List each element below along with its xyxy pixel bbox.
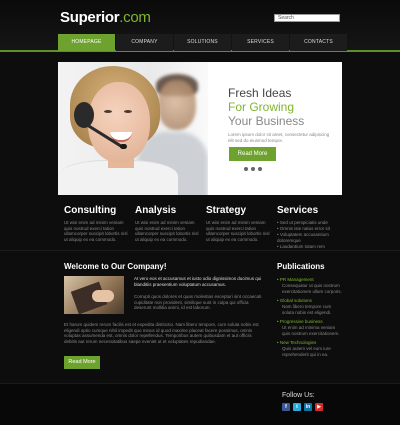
page: Superior.com Search HOMEPAGE COMPANY SOL… bbox=[0, 0, 400, 425]
facebook-icon[interactable]: f bbox=[282, 403, 290, 411]
service-services: Services Sed ut perspiciatis unde Omnis … bbox=[277, 205, 342, 250]
publication-item: Global solutions Nam libero tempore cum … bbox=[277, 298, 343, 315]
publication-text: Nam libero tempore cum soluta nobis est … bbox=[282, 304, 332, 315]
services-row: Consulting Ut wisi enim ad minim veniam … bbox=[64, 205, 344, 249]
logo[interactable]: Superior.com bbox=[60, 9, 151, 26]
service-text: Ut wisi enim ad minim veniam quis nostru… bbox=[64, 220, 128, 242]
publication-text: Quis autem vel eum iure reprehenderit qu… bbox=[282, 346, 331, 357]
divider bbox=[0, 250, 400, 251]
welcome-read-more-button[interactable]: Read More bbox=[64, 356, 100, 369]
logo-suffix: .com bbox=[119, 9, 151, 26]
slider-dot[interactable] bbox=[244, 167, 248, 171]
service-consulting: Consulting Ut wisi enim ad minim veniam … bbox=[64, 205, 129, 242]
youtube-icon[interactable]: ▶ bbox=[315, 403, 323, 411]
service-title[interactable]: Services bbox=[277, 205, 342, 216]
service-title[interactable]: Strategy bbox=[206, 205, 271, 216]
twitter-icon[interactable]: t bbox=[293, 403, 301, 411]
search-input[interactable]: Search bbox=[274, 14, 340, 22]
service-text: Ut wisi enim ad minim veniam quis nostru… bbox=[206, 220, 270, 242]
welcome-body: Corrupti quos dolores et quas molestias … bbox=[134, 294, 262, 310]
hero-line-3: Your Business bbox=[228, 114, 305, 128]
welcome-section: Welcome to Our Company! At vero eos et a… bbox=[64, 262, 264, 369]
slider-dot[interactable] bbox=[258, 167, 262, 171]
publication-text: Consequatur ut quis nostrum exercitation… bbox=[282, 283, 342, 294]
nav-homepage[interactable]: HOMEPAGE bbox=[58, 34, 115, 51]
footer: Follow Us: f t in ▶ bbox=[0, 383, 400, 425]
list-item[interactable]: Voluptatem accusantium doloremque bbox=[277, 232, 342, 244]
services-list: Sed ut perspiciatis unde Omnis iste natu… bbox=[277, 220, 342, 250]
service-strategy: Strategy Ut wisi enim ad minim veniam qu… bbox=[206, 205, 271, 242]
nav-solutions[interactable]: SOLUTIONS bbox=[174, 34, 231, 51]
publications-section: Publications PR Management Consequatur u… bbox=[277, 262, 343, 361]
slider-pagination bbox=[244, 167, 262, 171]
hero-read-more-button[interactable]: Read More bbox=[229, 147, 276, 161]
publication-item: New Technologies Quis autem vel eum iure… bbox=[277, 340, 343, 357]
service-title[interactable]: Consulting bbox=[64, 205, 129, 216]
slider-dot[interactable] bbox=[251, 167, 255, 171]
hero-text: Fresh Ideas For Growing Your Business Lo… bbox=[228, 86, 338, 144]
hero-line-1: Fresh Ideas bbox=[228, 86, 292, 100]
linkedin-icon[interactable]: in bbox=[304, 403, 312, 411]
follow-us-label: Follow Us: bbox=[282, 392, 315, 399]
service-analysis: Analysis Ut wisi enim ad minim veniam qu… bbox=[135, 205, 200, 242]
publication-text: Ut enim ad minima veniam quis nostrum ex… bbox=[282, 325, 340, 336]
hero-description: Lorem ipsum dolor sit amet, consectetur … bbox=[228, 132, 330, 143]
welcome-image bbox=[64, 276, 124, 314]
nav-services[interactable]: SERVICES bbox=[232, 34, 289, 51]
hero-line-2: For Growing bbox=[228, 100, 295, 114]
welcome-title: Welcome to Our Company! bbox=[64, 262, 167, 271]
nav-contacts[interactable]: CONTACTS bbox=[290, 34, 347, 51]
publication-item: Progressive business Ut enim ad minima v… bbox=[277, 319, 343, 336]
main-nav: HOMEPAGE COMPANY SOLUTIONS SERVICES CONT… bbox=[58, 34, 348, 51]
publication-item: PR Management Consequatur ut quis nostru… bbox=[277, 277, 343, 294]
welcome-intro: At vero eos et accusamus et iusto odio d… bbox=[134, 276, 262, 287]
service-text: Ut wisi enim ad minim veniam quis nostru… bbox=[135, 220, 199, 242]
social-icons: f t in ▶ bbox=[282, 403, 323, 411]
welcome-full-text: Et harum quidem rerum facilis est et exp… bbox=[64, 322, 259, 344]
nav-company[interactable]: COMPANY bbox=[116, 34, 173, 51]
hero-slider: Fresh Ideas For Growing Your Business Lo… bbox=[58, 62, 342, 195]
service-title[interactable]: Analysis bbox=[135, 205, 200, 216]
hero-photo bbox=[58, 62, 208, 195]
publications-title: Publications bbox=[277, 262, 325, 271]
logo-main: Superior bbox=[60, 9, 120, 26]
